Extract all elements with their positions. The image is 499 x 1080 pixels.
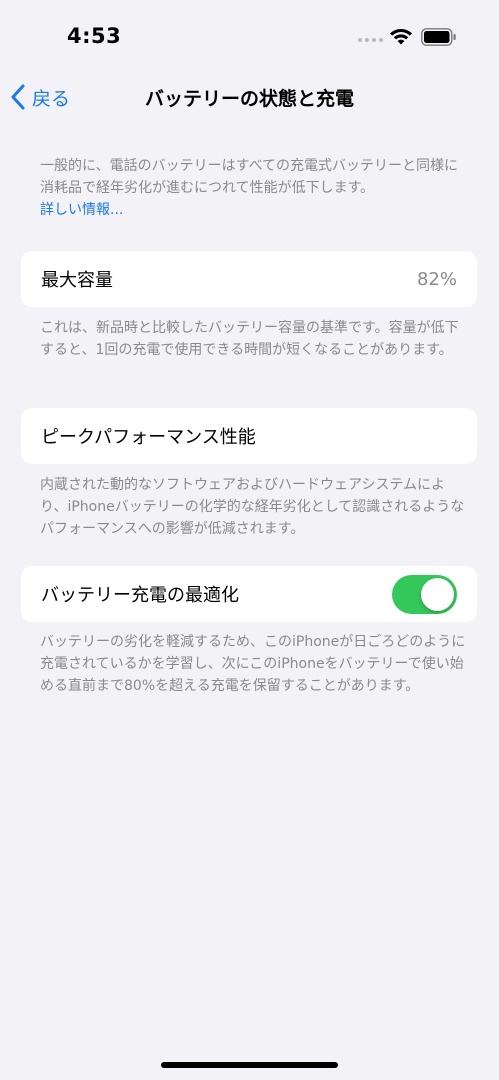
max-capacity-footnote: これは、新品時と比較したバッテリー容量の基準です。容量が低下すると、1回の充電で… <box>40 320 459 358</box>
status-bar: 4:53 <box>0 0 499 70</box>
navigation-bar: 戻る バッテリーの状態と充電 <box>0 70 499 124</box>
home-indicator[interactable] <box>161 1062 338 1068</box>
intro-text: 一般的に、電話のバッテリーはすべての充電式バッテリーと同様に消耗品で経年劣化が進… <box>40 158 459 196</box>
peak-performance-label: ピークパフォーマンス性能 <box>41 427 256 448</box>
optimized-charging-row: バッテリー充電の最適化 <box>21 566 477 622</box>
wifi-icon <box>390 28 412 45</box>
signal-dots-icon <box>358 38 383 42</box>
battery-icon <box>421 28 456 46</box>
peak-performance-row: ピークパフォーマンス性能 <box>21 408 477 464</box>
screen: 4:53 戻る バッテリーの状態と充電 一般的に、電話のバッテリーはすべての充電… <box>0 0 499 1080</box>
peak-performance-footnote: 内蔵された動的なソフトウェアおよびハードウェアシステムにより、iPhoneバッテ… <box>40 477 465 537</box>
max-capacity-label: 最大容量 <box>41 270 113 291</box>
max-capacity-value: 82% <box>416 268 457 290</box>
max-capacity-row: 最大容量 82% <box>21 251 477 307</box>
toggle-knob <box>421 577 454 611</box>
intro-description: 一般的に、電話のバッテリーはすべての充電式バッテリーと同様に消耗品で経年劣化が進… <box>40 155 470 221</box>
optimized-charging-toggle[interactable] <box>392 574 457 614</box>
optimized-charging-footnote: バッテリーの劣化を軽減するため、このiPhoneが日ごろどのように充電されている… <box>40 634 466 694</box>
status-time: 4:53 <box>67 24 122 48</box>
optimized-charging-label: バッテリー充電の最適化 <box>41 585 239 606</box>
learn-more-link[interactable]: 詳しい情報... <box>40 199 470 221</box>
page-title: バッテリーの状態と充電 <box>144 88 354 110</box>
